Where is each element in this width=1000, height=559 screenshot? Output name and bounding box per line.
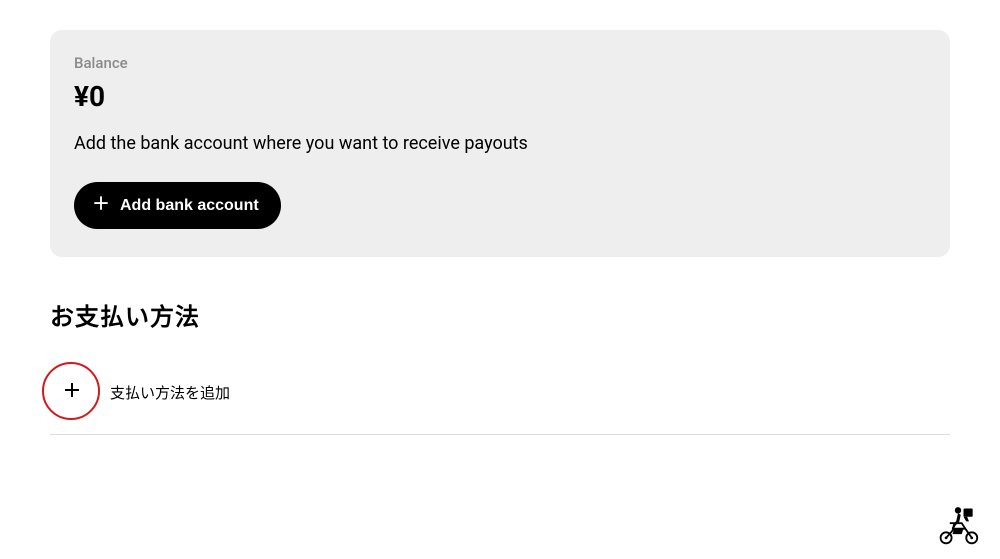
balance-card: Balance ¥0 Add the bank account where yo… xyxy=(50,30,950,257)
balance-amount: ¥0 xyxy=(74,80,926,113)
balance-description: Add the bank account where you want to r… xyxy=(74,133,926,154)
plus-icon xyxy=(92,194,110,217)
balance-label: Balance xyxy=(74,54,926,72)
plus-icon xyxy=(64,382,80,402)
add-bank-account-button[interactable]: Add bank account xyxy=(74,182,281,229)
add-bank-account-label: Add bank account xyxy=(120,197,259,215)
payment-methods-title: お支払い方法 xyxy=(50,297,950,332)
delivery-courier-icon xyxy=(936,503,980,547)
add-payment-method-row[interactable]: 支払い方法を追加 xyxy=(50,370,950,435)
add-payment-method-label: 支払い方法を追加 xyxy=(110,382,230,403)
add-payment-method-icon-container xyxy=(50,370,94,414)
